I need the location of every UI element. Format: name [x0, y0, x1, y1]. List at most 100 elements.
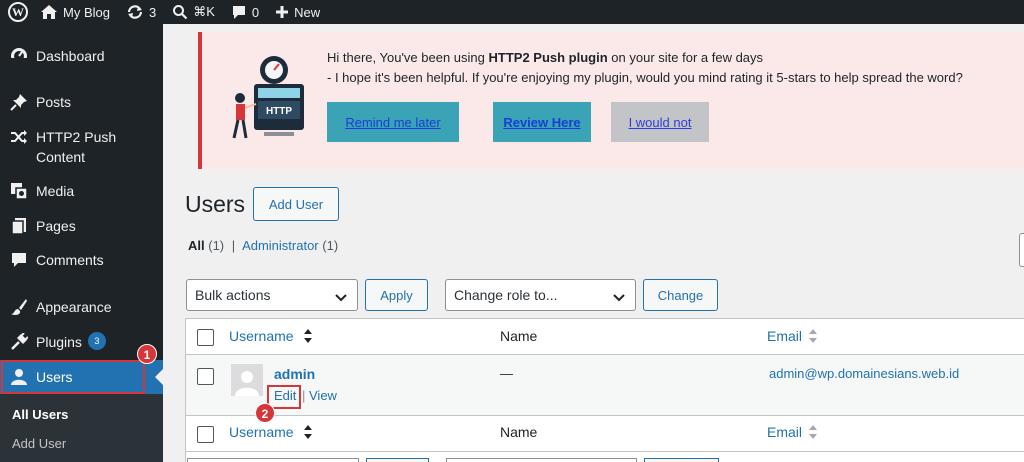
chevron-down-icon [613, 290, 625, 306]
notice-line-2: - I hope it's been helpful. If you're en… [327, 70, 963, 85]
http-illustration-label: HTTP [266, 106, 292, 117]
column-footer-email[interactable]: Email [767, 424, 802, 440]
page-title: Users [185, 191, 246, 217]
sidebar-item-label: Dashboard [36, 48, 105, 64]
row-action-view[interactable]: View [309, 388, 337, 403]
admin-bar: W My Blog 3 ⌘K 0 New [0, 0, 1024, 24]
submenu-all-users[interactable]: All Users [12, 407, 68, 422]
bulk-actions-select[interactable]: Bulk actions [186, 279, 358, 311]
plus-icon [275, 5, 289, 19]
column-header-username[interactable]: Username [229, 328, 294, 344]
sidebar-item-label: Appearance [36, 299, 112, 315]
new-content-menu[interactable]: New [267, 0, 328, 24]
annotation-marker-2: 2 [255, 403, 275, 423]
apply-button-bottom[interactable] [366, 458, 429, 462]
change-role-value: Change role to... [454, 287, 558, 303]
comment-bubble-icon [231, 4, 247, 20]
plugin-rating-notice: HTTP Hi there, You've been using HTTP2 P… [198, 32, 1024, 169]
sidebar-item-label: Pages [36, 218, 76, 234]
add-user-button[interactable]: Add User [253, 187, 339, 221]
wp-logo-menu[interactable]: W [0, 0, 36, 24]
user-email-link[interactable]: admin@wp.domainesians.web.id [769, 366, 959, 381]
bulk-actions-value: Bulk actions [195, 287, 271, 303]
sidebar-item-posts[interactable]: Posts [0, 92, 163, 112]
plugin-icon [9, 332, 29, 352]
shuffle-icon [9, 127, 29, 147]
bulk-actions-select-bottom[interactable] [187, 458, 359, 462]
sort-icon[interactable] [808, 328, 818, 349]
sidebar-item-appearance[interactable]: Appearance [0, 297, 163, 317]
sidebar-item-http2-push-content[interactable]: HTTP2 Push Content [0, 127, 163, 167]
search-users-input[interactable] [1019, 233, 1024, 267]
select-all-checkbox-footer[interactable] [197, 426, 214, 443]
username-link[interactable]: admin [274, 366, 315, 382]
table-row: admin Edit | View — admin@wp.domainesian… [186, 355, 1024, 416]
row-action-separator: | [302, 388, 306, 403]
avatar [231, 364, 263, 396]
annotation-marker-1: 1 [137, 344, 157, 364]
search-shortcut: ⌘K [193, 4, 215, 19]
submenu-add-user[interactable]: Add User [12, 436, 66, 451]
notice-line-1-prefix: Hi there, You've been using [327, 50, 489, 65]
i-would-not-button[interactable]: I would not [611, 102, 709, 142]
comments-count: 0 [251, 4, 260, 20]
change-role-select-bottom[interactable] [446, 458, 637, 462]
sidebar-item-comments[interactable]: Comments [0, 250, 163, 270]
change-role-button[interactable]: Change [643, 279, 718, 311]
column-footer-username[interactable]: Username [229, 424, 294, 440]
table-header-row: Username Name Email [186, 319, 1024, 355]
column-footer-name: Name [500, 424, 538, 440]
change-role-select[interactable]: Change role to... [445, 279, 636, 311]
sidebar-item-label: Plugins [36, 334, 82, 350]
sidebar-item-label: Media [36, 183, 75, 199]
remind-me-later-button[interactable]: Remind me later [327, 102, 459, 142]
updates-icon [126, 4, 144, 20]
sidebar-item-label: Comments [36, 252, 104, 268]
filter-separator: | [231, 238, 236, 253]
users-submenu: All Users Add User [0, 394, 163, 462]
role-filter-links: All (1) | Administrator (1) [188, 238, 338, 253]
user-name-cell: — [500, 366, 513, 381]
sidebar-item-label: Posts [36, 94, 72, 110]
brush-icon [9, 297, 29, 317]
current-menu-arrow [155, 369, 163, 385]
column-header-name: Name [500, 328, 538, 344]
sidebar-item-media[interactable]: Media [0, 181, 163, 201]
search-menu[interactable]: ⌘K [164, 0, 223, 24]
new-label: New [294, 4, 321, 20]
comments-menu[interactable]: 0 [223, 0, 267, 24]
sort-icon[interactable] [303, 328, 313, 349]
change-role-button-bottom[interactable] [644, 458, 719, 462]
site-name-menu[interactable]: My Blog [36, 0, 118, 24]
column-header-email[interactable]: Email [767, 328, 802, 344]
updates-count: 3 [148, 4, 157, 20]
filter-all-count: (1) [208, 238, 225, 253]
filter-all[interactable]: All [188, 238, 205, 253]
sidebar-item-dashboard[interactable]: Dashboard [0, 46, 163, 66]
wordpress-logo-icon: W [8, 2, 28, 22]
sort-icon[interactable] [808, 424, 818, 445]
admin-sidebar: Dashboard Posts HTTP2 Push Content Media… [0, 24, 163, 462]
review-here-button[interactable]: Review Here [493, 102, 591, 142]
updates-menu[interactable]: 3 [118, 0, 164, 24]
select-all-checkbox[interactable] [197, 329, 214, 346]
filter-administrator[interactable]: Administrator [242, 238, 319, 253]
home-icon [40, 4, 58, 20]
comment-icon [9, 250, 29, 270]
table-footer-row: Username Name Email [186, 416, 1024, 452]
notice-line-1: Hi there, You've been using HTTP2 Push p… [327, 48, 963, 68]
sidebar-item-label: HTTP2 Push Content [36, 129, 117, 165]
sidebar-item-pages[interactable]: Pages [0, 216, 163, 236]
users-table: Username Name Email admin Edit | View — … [185, 318, 1024, 462]
apply-button[interactable]: Apply [365, 279, 428, 311]
plugins-update-badge: 3 [87, 332, 106, 350]
pin-icon [9, 92, 29, 112]
sort-icon[interactable] [303, 424, 313, 445]
page-icon [9, 216, 29, 236]
notice-message: Hi there, You've been using HTTP2 Push p… [327, 48, 963, 88]
annotation-box-users-menu [1, 360, 145, 394]
notice-plugin-name: HTTP2 Push plugin [488, 50, 608, 65]
chevron-down-icon [335, 290, 347, 306]
row-checkbox[interactable] [197, 368, 214, 385]
notice-line-1-suffix: on your site for a few days [607, 50, 764, 65]
